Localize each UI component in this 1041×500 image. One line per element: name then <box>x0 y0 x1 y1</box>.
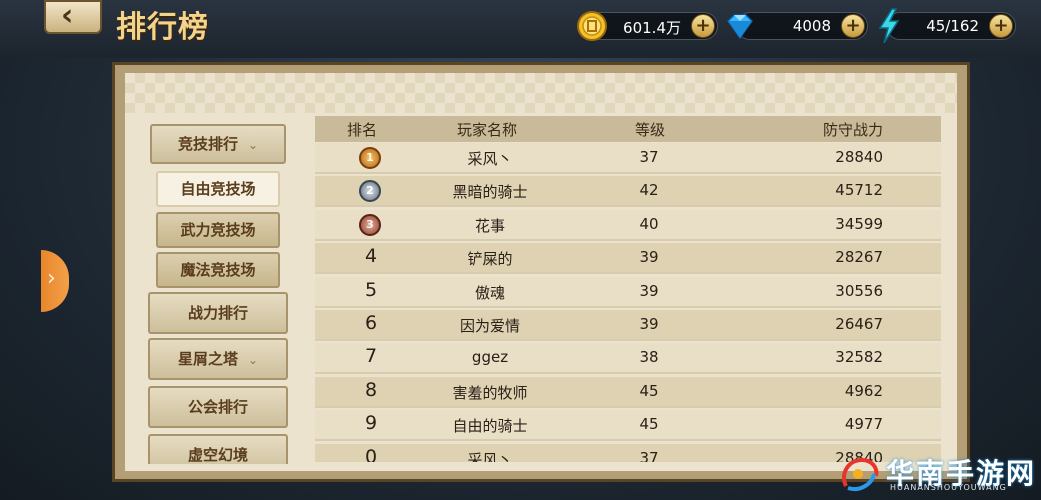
player-name: 采风丶 <box>467 150 513 168</box>
tab-void-realm[interactable]: 虚空幻境 <box>148 434 288 464</box>
table-row[interactable]: 8 害羞的牧师 45 4962 <box>315 376 941 408</box>
player-level: 39 <box>639 315 659 333</box>
rank-number: 0 <box>364 445 378 462</box>
watermark-logo-icon <box>842 457 879 491</box>
table-row[interactable]: 6 因为爱情 39 26467 <box>315 310 941 341</box>
diamond-value: 4008 <box>792 17 831 35</box>
gold-coin-icon <box>577 11 607 41</box>
tab-label: 公会排行 <box>187 398 248 416</box>
add-diamond-button[interactable]: + <box>841 14 865 38</box>
tab-stardust-tower[interactable]: 星屑之塔 ⌄ <box>148 338 288 380</box>
back-button[interactable]: ‹ <box>44 0 102 34</box>
defense-power: 34599 <box>835 214 883 233</box>
watermark-subtitle: HUANANSHOUYOUWANG <box>890 483 1007 492</box>
tab-label: 竞技排行 <box>177 135 238 153</box>
tab-guild-ranking[interactable]: 公会排行 <box>148 386 288 428</box>
table-row[interactable]: 7 ggez 38 32582 <box>315 343 941 375</box>
defense-power: 4962 <box>844 381 883 400</box>
tab-label: 星屑之塔 <box>177 350 238 368</box>
bronze-medal-icon: 3 <box>359 213 381 236</box>
chevron-down-icon: ⌄ <box>247 138 259 152</box>
tab-label: 武力竞技场 <box>180 221 256 239</box>
defense-power: 30556 <box>835 281 883 300</box>
player-name: 采风丶 <box>467 450 513 462</box>
table-row[interactable]: 5 傲魂 39 30556 <box>315 276 941 308</box>
expand-side-button[interactable]: › <box>41 250 69 312</box>
defense-power: 26467 <box>835 315 883 333</box>
player-level: 45 <box>639 381 659 400</box>
player-level: 37 <box>639 148 659 166</box>
player-name: 害羞的牧师 <box>452 383 528 402</box>
tab-label: 魔法竞技场 <box>180 261 256 279</box>
table-header: 排名 玩家名称 等级 防守战力 <box>315 116 941 142</box>
player-name: 傲魂 <box>474 283 505 302</box>
add-gold-button[interactable]: + <box>691 14 715 38</box>
energy-counter: 45/162 + <box>886 12 1016 40</box>
lightning-icon <box>878 8 900 44</box>
tab-force-arena[interactable]: 武力竞技场 <box>156 212 280 248</box>
tab-magic-arena[interactable]: 魔法竞技场 <box>156 252 280 288</box>
player-level: 38 <box>639 348 659 367</box>
table-row[interactable]: 4 铲屎的 39 28267 <box>315 243 941 275</box>
rank-number: 9 <box>364 412 378 435</box>
player-level: 45 <box>639 415 659 434</box>
player-name: 因为爱情 <box>459 317 520 335</box>
header-rank: 排名 <box>347 121 378 139</box>
ranking-table: 排名 玩家名称 等级 防守战力 1 采风丶 37 28840 2 黑暗的骑士 42 45712… <box>315 116 941 462</box>
defense-power: 45712 <box>835 181 883 200</box>
watermark: 华南手游网 HUANANSHOUYOUWANG <box>838 450 1038 498</box>
chevron-right-icon: › <box>47 266 56 291</box>
silver-medal-icon: 2 <box>359 180 381 203</box>
player-level: 40 <box>639 214 659 233</box>
decorative-pattern <box>125 73 957 113</box>
tab-label: 自由竞技场 <box>180 180 256 198</box>
gold-value: 601.4万 <box>623 19 681 37</box>
player-name: 铲屎的 <box>467 250 513 269</box>
diamond-icon <box>727 14 753 40</box>
defense-power: 28840 <box>835 148 883 166</box>
energy-value: 45/162 <box>926 17 979 35</box>
table-row[interactable]: 9 自由的骑士 45 4977 <box>315 410 941 442</box>
sidebar-clip: 虚空幻境 <box>148 434 288 464</box>
rank-number: 5 <box>364 278 378 301</box>
header-defense-power: 防守战力 <box>823 121 884 139</box>
tab-power-ranking[interactable]: 战力排行 <box>148 292 288 334</box>
defense-power: 32582 <box>835 348 883 367</box>
player-name: ggez <box>471 348 509 367</box>
tab-label: 虚空幻境 <box>187 446 248 464</box>
player-level: 42 <box>639 181 659 200</box>
tab-free-arena[interactable]: 自由竞技场 <box>156 171 280 207</box>
gold-medal-icon: 1 <box>359 147 381 169</box>
defense-power: 4977 <box>844 415 883 434</box>
page-title: 排行榜 <box>116 10 209 45</box>
player-name: 花事 <box>474 216 505 235</box>
table-row[interactable]: 2 黑暗的骑士 42 45712 <box>315 176 941 208</box>
defense-power: 28267 <box>835 248 883 267</box>
tab-arena-ranking[interactable]: 竞技排行 ⌄ <box>150 124 286 164</box>
header-player-name: 玩家名称 <box>457 121 518 139</box>
back-arrow-icon: ‹ <box>61 0 74 33</box>
add-energy-button[interactable]: + <box>989 14 1013 38</box>
chevron-down-icon: ⌄ <box>247 353 259 367</box>
player-level: 39 <box>639 281 659 300</box>
rank-number: 6 <box>364 312 378 334</box>
player-name: 黑暗的骑士 <box>452 183 528 202</box>
rank-number: 7 <box>364 345 378 368</box>
tab-label: 战力排行 <box>187 304 248 322</box>
player-level: 39 <box>639 248 659 267</box>
player-level: 37 <box>639 448 659 462</box>
header-level: 等级 <box>635 121 666 139</box>
player-name: 自由的骑士 <box>452 417 528 436</box>
table-row[interactable]: 1 采风丶 37 28840 <box>315 143 941 174</box>
rank-number: 8 <box>364 378 378 401</box>
rank-number: 4 <box>364 245 378 268</box>
table-row[interactable]: 3 花事 40 34599 <box>315 209 941 241</box>
